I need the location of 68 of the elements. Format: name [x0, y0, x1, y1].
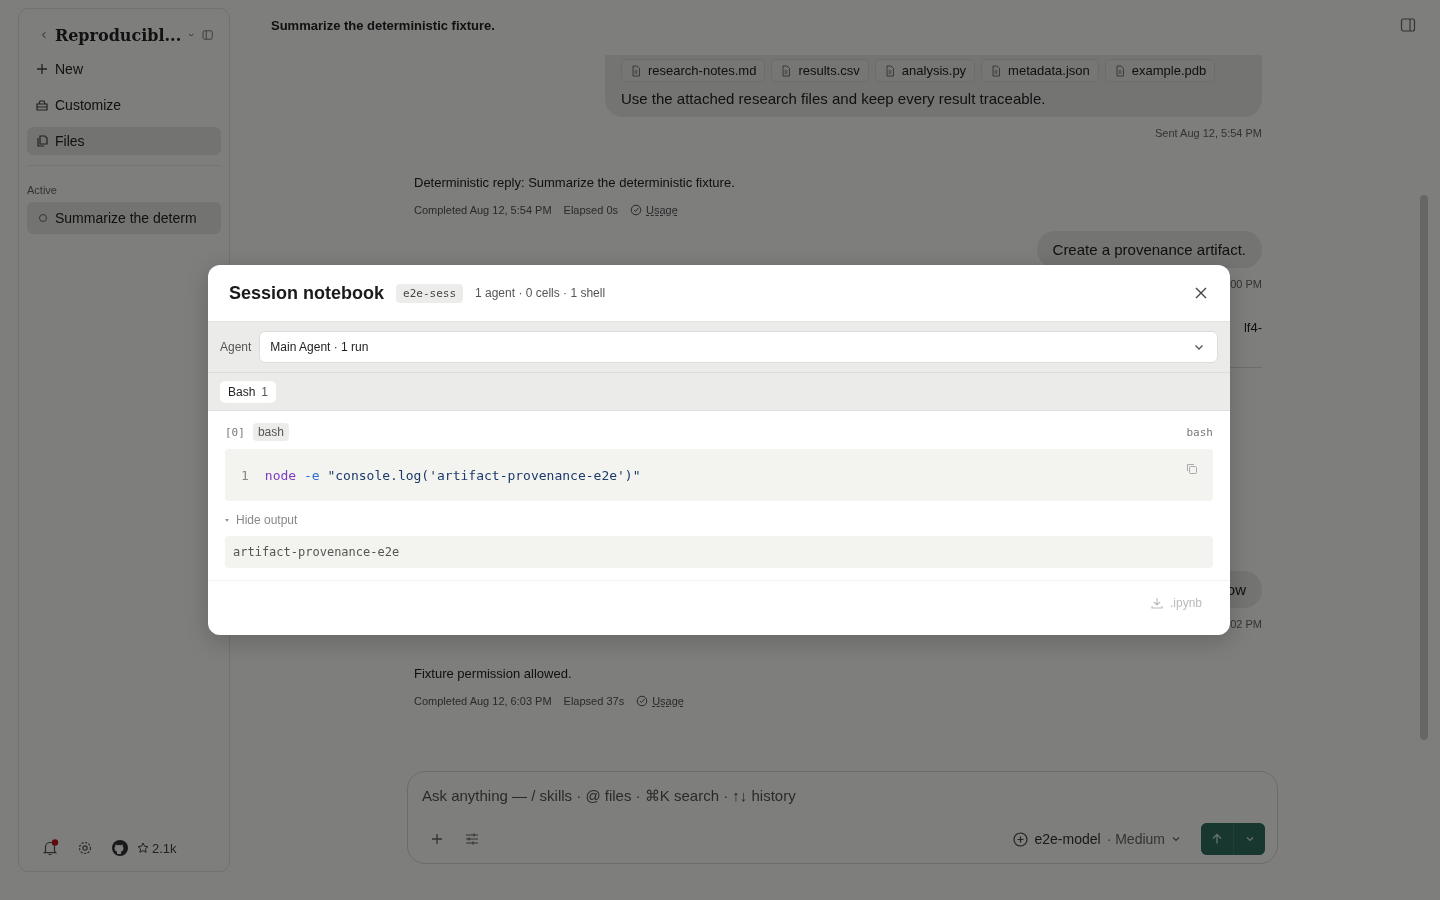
- cell-tag: bash: [252, 423, 289, 441]
- document-icon: [1113, 64, 1126, 77]
- document-icon: [883, 64, 896, 77]
- close-icon[interactable]: [1194, 286, 1208, 300]
- gauge-icon: [630, 204, 643, 216]
- nav-item[interactable]: Files: [27, 127, 221, 155]
- output-block: artifact-provenance-e2e: [225, 536, 1213, 568]
- gauge-icon: [636, 695, 649, 707]
- star-icon: [137, 842, 149, 854]
- session-summary: 1 agent · 0 cells · 1 shell: [475, 286, 606, 300]
- github-icon[interactable]: [111, 839, 129, 857]
- usage-link[interactable]: Usage: [636, 695, 684, 707]
- download-icon: [1149, 596, 1164, 610]
- line-number: 1: [241, 467, 249, 483]
- chevron-down-icon: [1171, 834, 1181, 844]
- dialog-title: Session notebook: [229, 282, 385, 304]
- session-item[interactable]: Summarize the determ: [27, 202, 221, 234]
- document-icon: [630, 64, 642, 77]
- sliders-icon[interactable]: [464, 831, 480, 847]
- message-timestamp: 02 PM: [1230, 618, 1262, 630]
- panel-toggle-icon[interactable]: [1400, 17, 1416, 33]
- attachment-chip[interactable]: metadata.json: [981, 59, 1099, 82]
- star-count[interactable]: 2.1k: [137, 840, 177, 856]
- message-text: Use the attached research files and keep every result traceable.: [621, 90, 1046, 107]
- prompt-input[interactable]: Ask anything — / skills · @ files · ⌘K search · ↑↓ history: [420, 786, 1265, 805]
- document-icon: [780, 64, 793, 77]
- files-icon: [35, 134, 49, 148]
- assistant-message: lf4-: [1243, 320, 1262, 335]
- assistant-message: Deterministic reply: Summarize the deterministic fixture.: [414, 175, 736, 190]
- section-label: Active: [27, 184, 58, 198]
- message-text: Create a provenance artifact.: [1052, 241, 1246, 258]
- nav-item[interactable]: Customize: [27, 91, 221, 119]
- document-icon: [990, 64, 1003, 77]
- attachment-chip[interactable]: example.pdb: [1104, 59, 1216, 82]
- plus-circle-icon: [1013, 831, 1029, 847]
- elapsed-time: Elapsed 0s: [563, 204, 619, 216]
- project-title[interactable]: Reproducibl...: [54, 25, 182, 45]
- plus-icon[interactable]: [430, 832, 444, 846]
- model-selector[interactable]: e2e-model · Medium: [1013, 831, 1181, 847]
- message-timestamp: Sent Aug 12, 5:54 PM: [1154, 127, 1262, 139]
- chevron-down-icon: [1244, 834, 1255, 844]
- send-options-button[interactable]: [1233, 823, 1265, 855]
- completed-time: Completed Aug 12, 5:54 PM: [414, 204, 552, 216]
- cell-index: [0]: [225, 425, 245, 439]
- agent-select[interactable]: Main Agent · 1 run: [259, 331, 1218, 363]
- elapsed-time: Elapsed 37s: [563, 695, 625, 707]
- toolbox-icon: [35, 98, 49, 112]
- copy-icon[interactable]: [1185, 462, 1199, 476]
- conversation-title: Summarize the deterministic fixture.: [271, 17, 495, 33]
- attachment-chip[interactable]: analysis.py: [874, 59, 976, 82]
- assistant-message: Fixture permission allowed.: [414, 666, 573, 681]
- agent-label: Agent: [220, 340, 252, 354]
- completed-time: Completed Aug 12, 6:03 PM: [414, 695, 552, 707]
- message-timestamp: 00 PM: [1230, 278, 1262, 290]
- attachment-chip[interactable]: results.csv: [771, 59, 869, 82]
- language-label: bash: [1186, 425, 1213, 439]
- plus-icon: [35, 62, 49, 76]
- output-toggle[interactable]: Hide output: [225, 513, 298, 527]
- bell-icon[interactable]: [41, 839, 59, 857]
- session-id-tag: e2e-sess: [396, 283, 463, 303]
- code-line: node -e "console.log('artifact-provenance-e2e')": [264, 467, 641, 483]
- shell-tab[interactable]: Bash 1: [220, 380, 277, 403]
- settings-icon[interactable]: [77, 840, 93, 856]
- attachment-chip[interactable]: research-notes.md: [621, 59, 766, 82]
- sidebar-toggle-icon[interactable]: [201, 27, 213, 43]
- arrow-up-icon: [1211, 833, 1223, 845]
- usage-link[interactable]: Usage: [630, 204, 678, 216]
- nav-item[interactable]: New: [27, 55, 221, 83]
